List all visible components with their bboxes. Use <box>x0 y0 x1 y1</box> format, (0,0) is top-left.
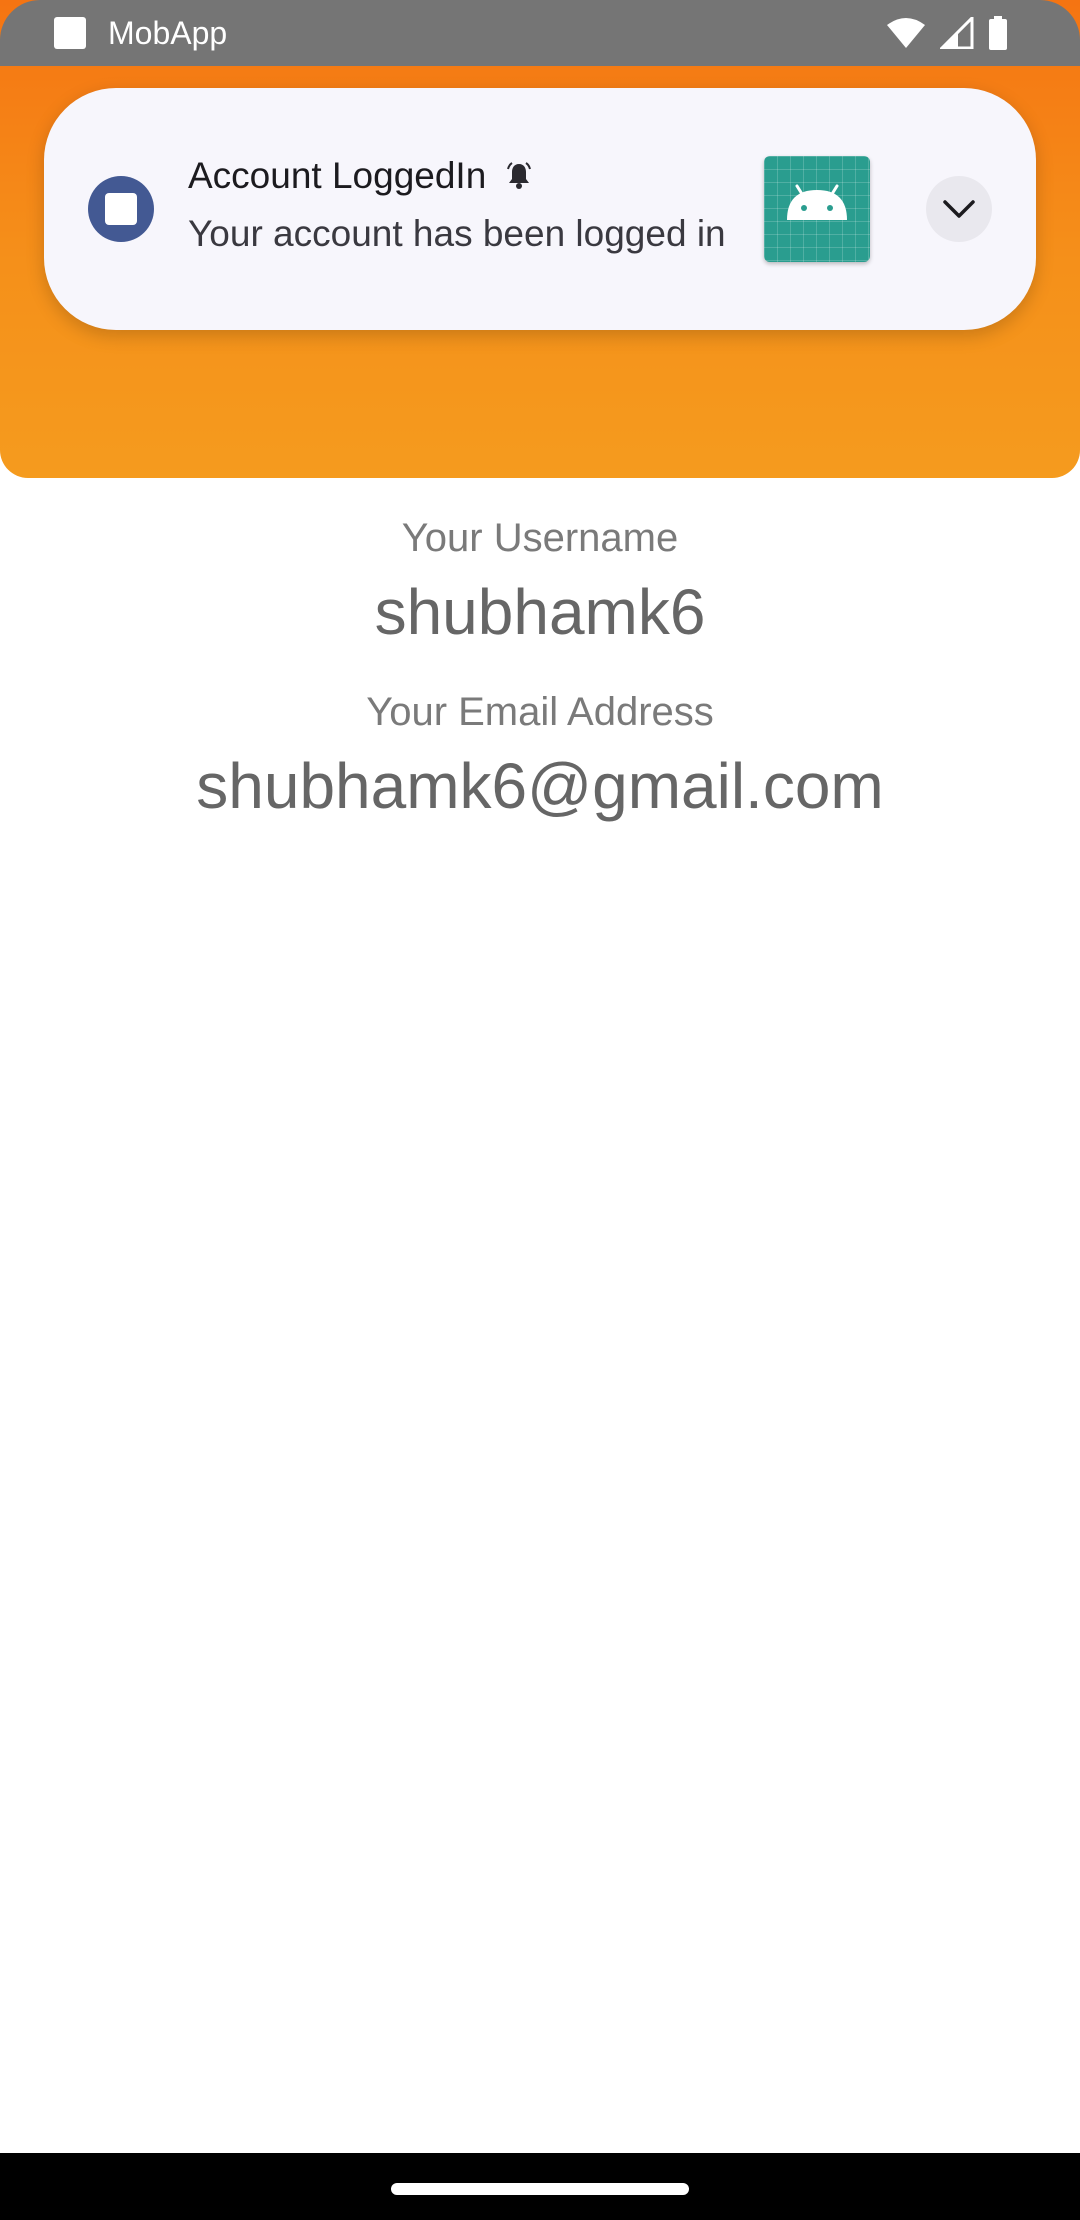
status-bar: MobApp <box>0 0 1080 66</box>
battery-icon <box>989 16 1007 50</box>
email-value: shubhamk6@gmail.com <box>196 750 884 822</box>
username-value: shubhamk6 <box>374 576 706 648</box>
username-label: Your Username <box>401 516 679 560</box>
app-square-icon <box>88 176 154 242</box>
status-icons <box>886 14 1008 52</box>
bell-icon <box>507 162 532 189</box>
status-app-name: MobApp <box>108 15 228 51</box>
notification-text: Your account has been logged in <box>188 213 726 254</box>
notification-title: Account LoggedIn <box>188 155 487 196</box>
email-label: Your Email Address <box>366 690 714 734</box>
chevron-down-icon <box>943 200 975 218</box>
android-logo-icon <box>764 156 870 262</box>
home-gesture-handle[interactable] <box>391 2183 689 2195</box>
notification-card[interactable]: Account LoggedIn Your account has been l… <box>44 88 1036 330</box>
app-screen: MobApp Account LoggedIn Your account has… <box>0 0 1080 2220</box>
signal-icon <box>940 17 974 49</box>
app-square-icon <box>54 17 86 49</box>
notification-header: Account LoggedIn <box>188 154 534 198</box>
wifi-icon <box>887 18 925 48</box>
expand-notification-button[interactable] <box>926 176 992 242</box>
